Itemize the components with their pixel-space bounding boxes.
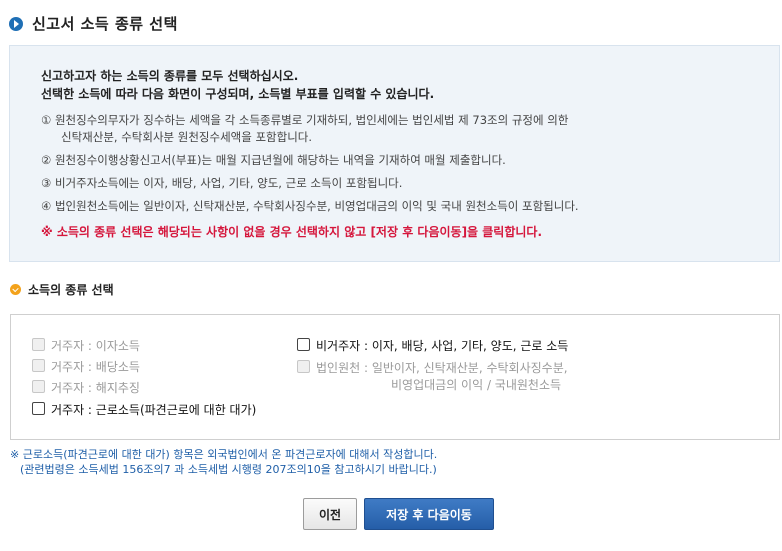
instruction-item: ④ 법인원천소득에는 일반이자, 신탁재산분, 수탁회사징수분, 비영업대금의 … [41, 199, 579, 213]
instruction-list: ① 원천징수의무자가 징수하는 세액을 각 소득종류별로 기재하되, 법인세에는… [41, 112, 579, 215]
checkbox-disabled [297, 360, 310, 373]
instruction-box: 신고하고자 하는 소득의 종류를 모두 선택하십시오. 선택한 소득에 따라 다… [9, 45, 780, 262]
warning-text: ※ 소득의 종류 선택은 해당되는 사항이 없을 경우 선택하지 않고 [저장 … [41, 225, 543, 239]
option-corporate: 법인원천 : 일반이자, 신탁재산분, 수탁회사징수분, 비영업대금의 이익 /… [297, 359, 568, 393]
prev-button[interactable]: 이전 [303, 498, 357, 530]
footnote: ※ 근로소득(파견근로에 대한 대가) 항목은 외국법인에서 온 파견근로자에 … [10, 448, 438, 476]
option-resident-interest: 거주자 : 이자소득 [32, 337, 140, 354]
option-resident-labor[interactable]: 거주자 : 근로소득(파견근로에 대한 대가) [32, 401, 256, 418]
save-next-button[interactable]: 저장 후 다음이동 [364, 498, 494, 530]
checkbox-disabled [32, 338, 45, 351]
checkbox-disabled [32, 359, 45, 372]
arrow-circle-icon [9, 16, 23, 31]
option-nonresident[interactable]: 비거주자 : 이자, 배당, 사업, 기타, 양도, 근로 소득 [297, 337, 568, 354]
checkbox-resident-labor[interactable] [32, 402, 45, 415]
checkbox-nonresident[interactable] [297, 338, 310, 351]
instruction-item: ② 원천징수이행상황신고서(부표)는 매월 지급년월에 해당하는 내역을 기재하… [41, 153, 506, 167]
option-resident-dividend: 거주자 : 배당소득 [32, 358, 140, 375]
section-header: 소득의 종류 선택 [10, 281, 114, 298]
option-resident-termination: 거주자 : 해지추징 [32, 379, 140, 396]
check-bullet-icon [10, 284, 21, 295]
page-header: 신고서 소득 종류 선택 [9, 13, 178, 34]
instruction-heading: 신고하고자 하는 소득의 종류를 모두 선택하십시오. 선택한 소득에 따라 다… [41, 69, 435, 101]
section-title: 소득의 종류 선택 [28, 283, 114, 297]
page-title: 신고서 소득 종류 선택 [32, 15, 178, 33]
checkbox-disabled [32, 380, 45, 393]
instruction-item: 신탁재산분, 수탁회사분 원천징수세액을 포함합니다. [61, 130, 313, 144]
instruction-item: ③ 비거주자소득에는 이자, 배당, 사업, 기타, 양도, 근로 소득이 포함… [41, 176, 403, 190]
income-type-options: 거주자 : 이자소득 거주자 : 배당소득 거주자 : 해지추징 거주자 : 근… [10, 314, 780, 440]
instruction-item: ① 원천징수의무자가 징수하는 세액을 각 소득종류별로 기재하되, 법인세에는… [41, 113, 569, 127]
